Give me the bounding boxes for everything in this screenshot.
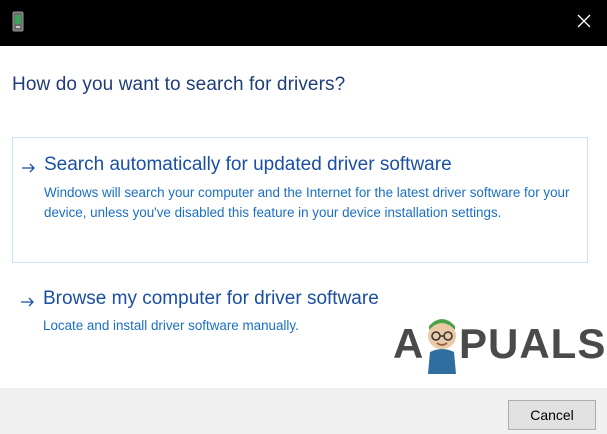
option-description: Windows will search your computer and th… [44,185,570,220]
arrow-right-icon [20,161,38,173]
watermark-rest: PUALS [459,320,607,367]
search-automatically-option[interactable]: Search automatically for updated driver … [12,137,588,263]
option-title: Search automatically for updated driver … [44,154,452,175]
arrow-right-icon [19,295,37,307]
cancel-button[interactable]: Cancel [508,400,596,430]
title-bar [0,0,607,46]
dialog-footer: Cancel [0,388,607,434]
mascot-icon [423,318,461,374]
close-icon [577,14,591,33]
device-icon [11,11,25,33]
watermark-lead: A [393,320,425,367]
appuals-watermark: A PUALS [393,318,605,376]
page-heading: How do you want to search for drivers? [12,74,346,95]
close-button[interactable] [561,0,607,46]
option-title: Browse my computer for driver software [43,288,379,309]
